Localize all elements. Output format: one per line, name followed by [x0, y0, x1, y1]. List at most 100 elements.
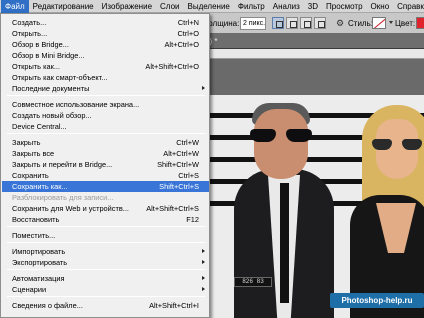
file-menu-item[interactable]: Сведения о файле... Alt+Shift+Ctrl+I — [2, 300, 209, 311]
color-label: Цвет: — [395, 19, 416, 28]
file-menu-item[interactable]: Открыть... Ctrl+O — [2, 28, 209, 39]
menu-item[interactable]: 3D — [304, 0, 322, 13]
menu-item-shortcut: Shift+Ctrl+W — [157, 160, 199, 169]
file-menu-item[interactable]: Восстановить F12 — [2, 214, 209, 225]
shape-mode-button[interactable] — [272, 17, 284, 29]
menu-item-label: Открыть как смарт-объект... — [12, 73, 108, 82]
file-menu-item[interactable]: Device Central... — [2, 121, 209, 132]
gear-icon[interactable]: ⚙ — [336, 18, 344, 29]
menu-item-label: Сведения о файле... — [12, 301, 83, 310]
man-face — [254, 109, 308, 179]
menu-separator — [7, 269, 205, 270]
menu-separator — [7, 242, 205, 243]
file-menu-item[interactable]: Сохранить для Web и устройств... Alt+Shif… — [2, 203, 209, 214]
menu-item-label: Сохранить как... — [12, 182, 68, 191]
menu-item-label: Разблокировать для записи... — [12, 193, 114, 202]
chevron-down-icon[interactable] — [389, 21, 393, 24]
file-menu-item[interactable]: Последние документы — [2, 83, 209, 94]
watermark: Photoshop-help.ru — [330, 293, 424, 308]
menu-item-shortcut: Alt+Shift+Ctrl+I — [149, 301, 199, 310]
menu-item-label: Создать... — [12, 18, 47, 27]
file-menu-item[interactable]: Поместить... — [2, 230, 209, 241]
combine-mode-button[interactable] — [314, 17, 326, 29]
file-menu-item[interactable]: Открыть как смарт-объект... — [2, 72, 209, 83]
horizontal-ruler — [196, 49, 424, 59]
path-mode-button[interactable] — [286, 17, 298, 29]
menu-item[interactable]: Редактирование — [29, 0, 98, 13]
menu-item-label: Device Central... — [12, 122, 67, 131]
menu-item-shortcut: Shift+Ctrl+S — [159, 182, 199, 191]
man-tie — [280, 183, 289, 303]
menu-item-label: Закрыть все — [12, 149, 55, 158]
menu-separator — [7, 95, 205, 96]
menu-bar: Файл Редактирование Изображение Слои Выделен… — [0, 0, 424, 13]
document-tab[interactable]: 8) * — [196, 33, 424, 49]
menu-item-shortcut: Alt+Shift+Ctrl+O — [145, 62, 199, 71]
menu-item[interactable]: Выделение — [183, 0, 233, 13]
canvas-photo[interactable]: 826 83 — [210, 95, 424, 318]
file-menu-item[interactable]: Импортировать — [2, 246, 209, 257]
menu-item-label: Закрыть и перейти в Bridge... — [12, 160, 113, 169]
canvas-pasteboard — [196, 59, 424, 95]
menu-separator — [7, 226, 205, 227]
file-menu-item[interactable]: Закрыть и перейти в Bridge... Shift+Ctrl+… — [2, 159, 209, 170]
file-menu-item[interactable]: Обзор в Mini Bridge... — [2, 50, 209, 61]
chevron-right-icon — [202, 260, 205, 264]
menu-item-label: Совместное использование экрана... — [12, 100, 140, 109]
fill-pixels-button[interactable] — [300, 17, 312, 29]
file-menu-item[interactable]: Экспортировать — [2, 257, 209, 268]
menu-item-label: Экспортировать — [12, 258, 68, 267]
menu-item[interactable]: Фильтр — [234, 0, 269, 13]
menu-item-label: Импортировать — [12, 247, 66, 256]
file-menu-item[interactable]: Создать новый обзор... — [2, 110, 209, 121]
file-menu-item[interactable]: Сохранить Ctrl+S — [2, 170, 209, 181]
menu-item-label: Закрыть — [12, 138, 41, 147]
file-menu: Создать... Ctrl+N Открыть... Ctrl+O Обзор в … — [0, 13, 210, 318]
file-menu-item[interactable]: Закрыть Ctrl+W — [2, 137, 209, 148]
menu-item[interactable]: Просмотр — [322, 0, 367, 13]
menu-item-shortcut: Alt+Ctrl+W — [163, 149, 199, 158]
chevron-right-icon — [202, 86, 205, 90]
menu-item-shortcut: Alt+Shift+Ctrl+S — [146, 204, 199, 213]
menu-item-shortcut: Ctrl+N — [177, 18, 199, 27]
color-swatch[interactable] — [416, 17, 424, 29]
menu-item-shortcut: Alt+Ctrl+O — [164, 40, 200, 49]
menu-item[interactable]: Окно — [367, 0, 394, 13]
style-picker[interactable] — [372, 17, 386, 29]
menu-separator — [7, 133, 205, 134]
menu-item[interactable]: Анализ — [269, 0, 304, 13]
menu-item-label: Открыть как... — [12, 62, 60, 71]
file-menu-item[interactable]: Создать... Ctrl+N — [2, 17, 209, 28]
menu-item-label: Создать новый обзор... — [12, 111, 92, 120]
menu-item-label: Автоматизация — [12, 274, 65, 283]
menu-item[interactable]: Файл — [1, 0, 29, 13]
file-menu-item[interactable]: Сценарии — [2, 284, 209, 295]
name-plate: 826 83 — [234, 277, 272, 287]
menu-item-shortcut: Ctrl+S — [178, 171, 199, 180]
menu-item[interactable]: Слои — [156, 0, 183, 13]
menu-item-shortcut: Ctrl+O — [177, 29, 199, 38]
file-menu-item[interactable]: Обзор в Bridge... Alt+Ctrl+O — [2, 39, 209, 50]
file-menu-item[interactable]: Закрыть все Alt+Ctrl+W — [2, 148, 209, 159]
thickness-input[interactable] — [240, 17, 266, 30]
menu-item-label: Восстановить — [12, 215, 60, 224]
menu-item-label: Открыть... — [12, 29, 48, 38]
file-menu-item: Разблокировать для записи... — [2, 192, 209, 203]
file-menu-item[interactable]: Автоматизация — [2, 273, 209, 284]
sunglasses-icon — [250, 129, 312, 143]
menu-item-label: Обзор в Bridge... — [12, 40, 69, 49]
menu-separator — [7, 296, 205, 297]
file-menu-item[interactable]: Сохранить как... Shift+Ctrl+S — [2, 181, 209, 192]
file-menu-item[interactable]: Открыть как... Alt+Shift+Ctrl+O — [2, 61, 209, 72]
menu-item[interactable]: Изображение — [98, 0, 156, 13]
menu-item[interactable]: Справка — [393, 0, 424, 13]
chevron-right-icon — [202, 249, 205, 253]
file-menu-item[interactable]: Совместное использование экрана... — [2, 99, 209, 110]
menu-item-shortcut: F12 — [186, 215, 199, 224]
chevron-right-icon — [202, 276, 205, 280]
style-label: Стиль: — [348, 19, 373, 28]
menu-item-label: Поместить... — [12, 231, 56, 240]
chevron-right-icon — [202, 287, 205, 291]
menu-item-label: Сценарии — [12, 285, 47, 294]
menu-item-label: Сохранить — [12, 171, 49, 180]
